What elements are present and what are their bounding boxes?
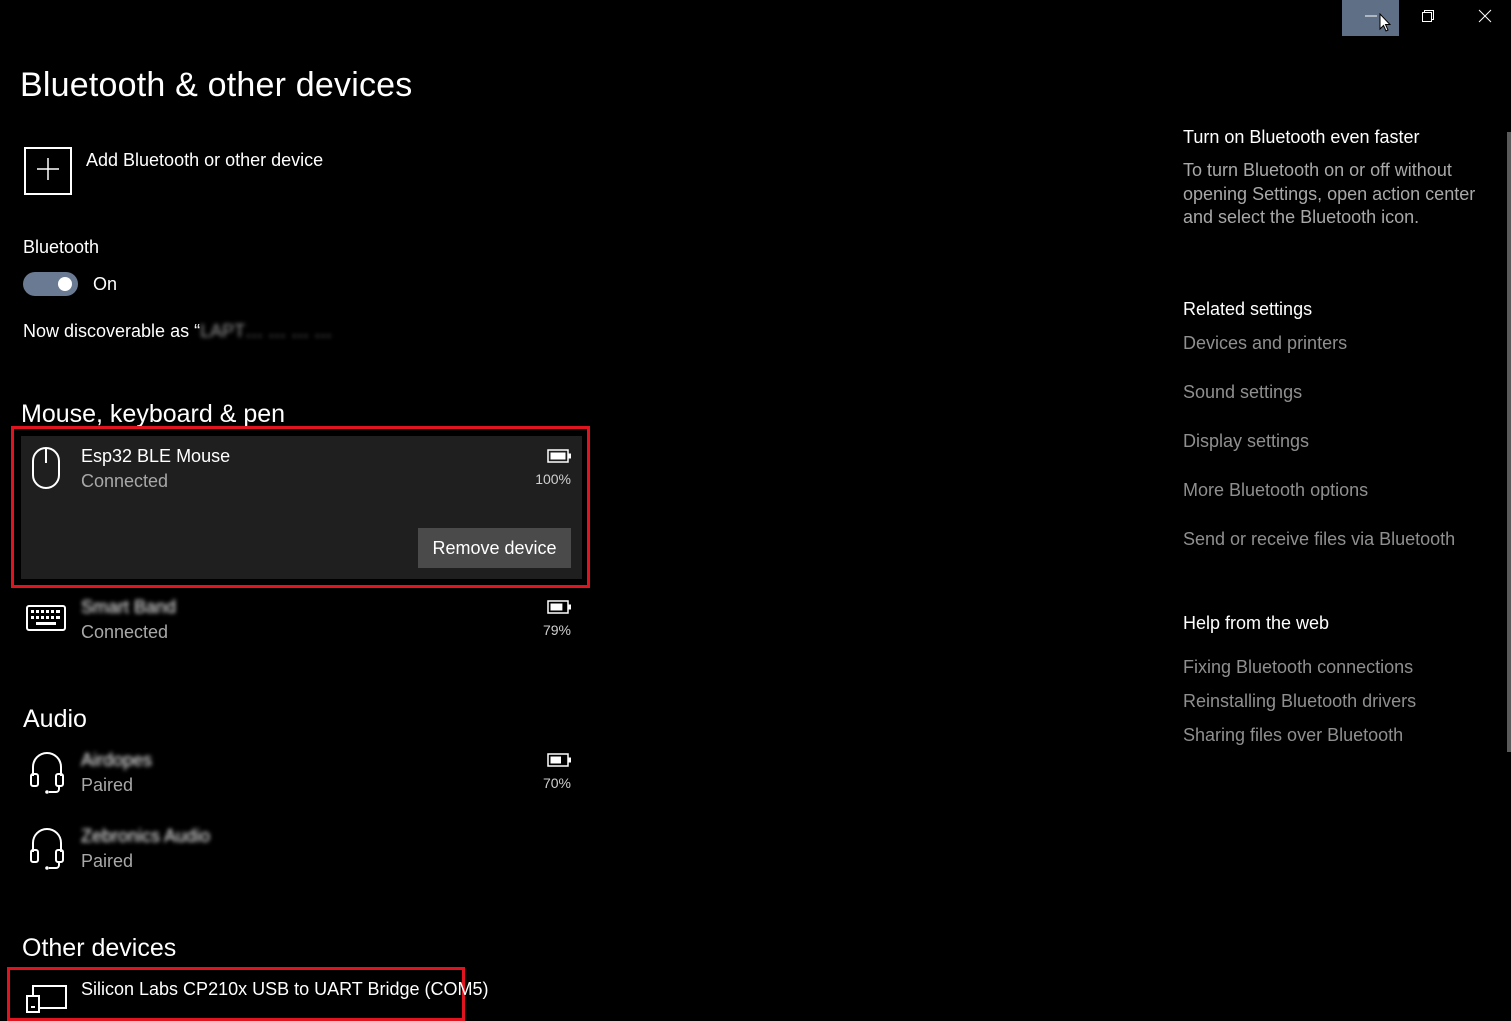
mouse-cursor-icon	[1379, 12, 1392, 38]
bluetooth-toggle[interactable]	[23, 272, 78, 296]
remove-device-button[interactable]: Remove device	[418, 528, 571, 568]
link-sound-settings[interactable]: Sound settings	[1183, 382, 1302, 403]
discoverable-name: LAPT… … … …	[200, 321, 333, 341]
link-fixing-bluetooth[interactable]: Fixing Bluetooth connections	[1183, 657, 1413, 678]
battery-icon	[547, 599, 573, 620]
device-status: Connected	[81, 471, 169, 491]
device-name[interactable]: Silicon Labs CP210x USB to UART Bridge (…	[81, 979, 489, 1000]
battery-percent: 70%	[542, 775, 571, 791]
battery-percent: 79%	[542, 622, 571, 638]
device-name[interactable]: Zebronics Audio	[81, 826, 210, 847]
link-send-receive-files[interactable]: Send or receive files via Bluetooth	[1183, 529, 1455, 550]
section-title-mouse-keyboard-pen: Mouse, keyboard & pen	[21, 400, 286, 428]
device-name[interactable]: Airdopes	[81, 750, 152, 771]
link-reinstalling-drivers[interactable]: Reinstalling Bluetooth drivers	[1183, 691, 1416, 712]
section-title-audio: Audio	[23, 705, 87, 733]
add-device-button[interactable]	[24, 147, 72, 195]
minimize-button[interactable]	[1342, 0, 1399, 36]
discoverable-text: Now discoverable as “LAPT… … … …	[23, 321, 332, 342]
section-title-other-devices: Other devices	[22, 934, 177, 962]
mouse-icon	[30, 446, 62, 495]
keyboard-icon	[26, 605, 66, 636]
headset-icon	[29, 826, 65, 875]
device-status: Paired	[81, 851, 134, 871]
plus-icon	[36, 157, 60, 186]
link-display-settings[interactable]: Display settings	[1183, 431, 1309, 452]
device-name[interactable]: Smart Band	[81, 597, 176, 618]
headset-icon	[29, 750, 65, 799]
generic-device-icon	[26, 984, 68, 1019]
add-device-label[interactable]: Add Bluetooth or other device	[86, 150, 323, 171]
related-settings-heading: Related settings	[1183, 299, 1313, 319]
sidebar-faster-heading: Turn on Bluetooth even faster	[1183, 127, 1420, 147]
battery-icon	[547, 448, 573, 469]
page-title: Bluetooth & other devices	[20, 66, 413, 104]
battery-percent: 100%	[535, 471, 571, 487]
link-devices-and-printers[interactable]: Devices and printers	[1183, 333, 1347, 354]
help-heading: Help from the web	[1183, 613, 1330, 633]
minimize-icon	[1364, 9, 1378, 28]
battery-icon	[547, 752, 573, 773]
discoverable-prefix: Now discoverable as “	[23, 321, 201, 341]
close-button[interactable]	[1456, 0, 1511, 36]
scrollbar[interactable]	[1507, 132, 1511, 752]
bluetooth-label: Bluetooth	[23, 237, 100, 257]
link-sharing-files[interactable]: Sharing files over Bluetooth	[1183, 725, 1403, 746]
restore-icon	[1421, 9, 1435, 28]
bluetooth-state: On	[93, 274, 118, 294]
toggle-knob	[58, 277, 72, 291]
device-status: Paired	[81, 775, 134, 795]
close-icon	[1478, 9, 1492, 28]
device-status: Connected	[81, 622, 169, 642]
link-more-bluetooth-options[interactable]: More Bluetooth options	[1183, 480, 1368, 501]
sidebar-faster-body: To turn Bluetooth on or off without open…	[1183, 160, 1476, 227]
device-name: Esp32 BLE Mouse	[81, 446, 231, 466]
restore-button[interactable]	[1399, 0, 1456, 36]
